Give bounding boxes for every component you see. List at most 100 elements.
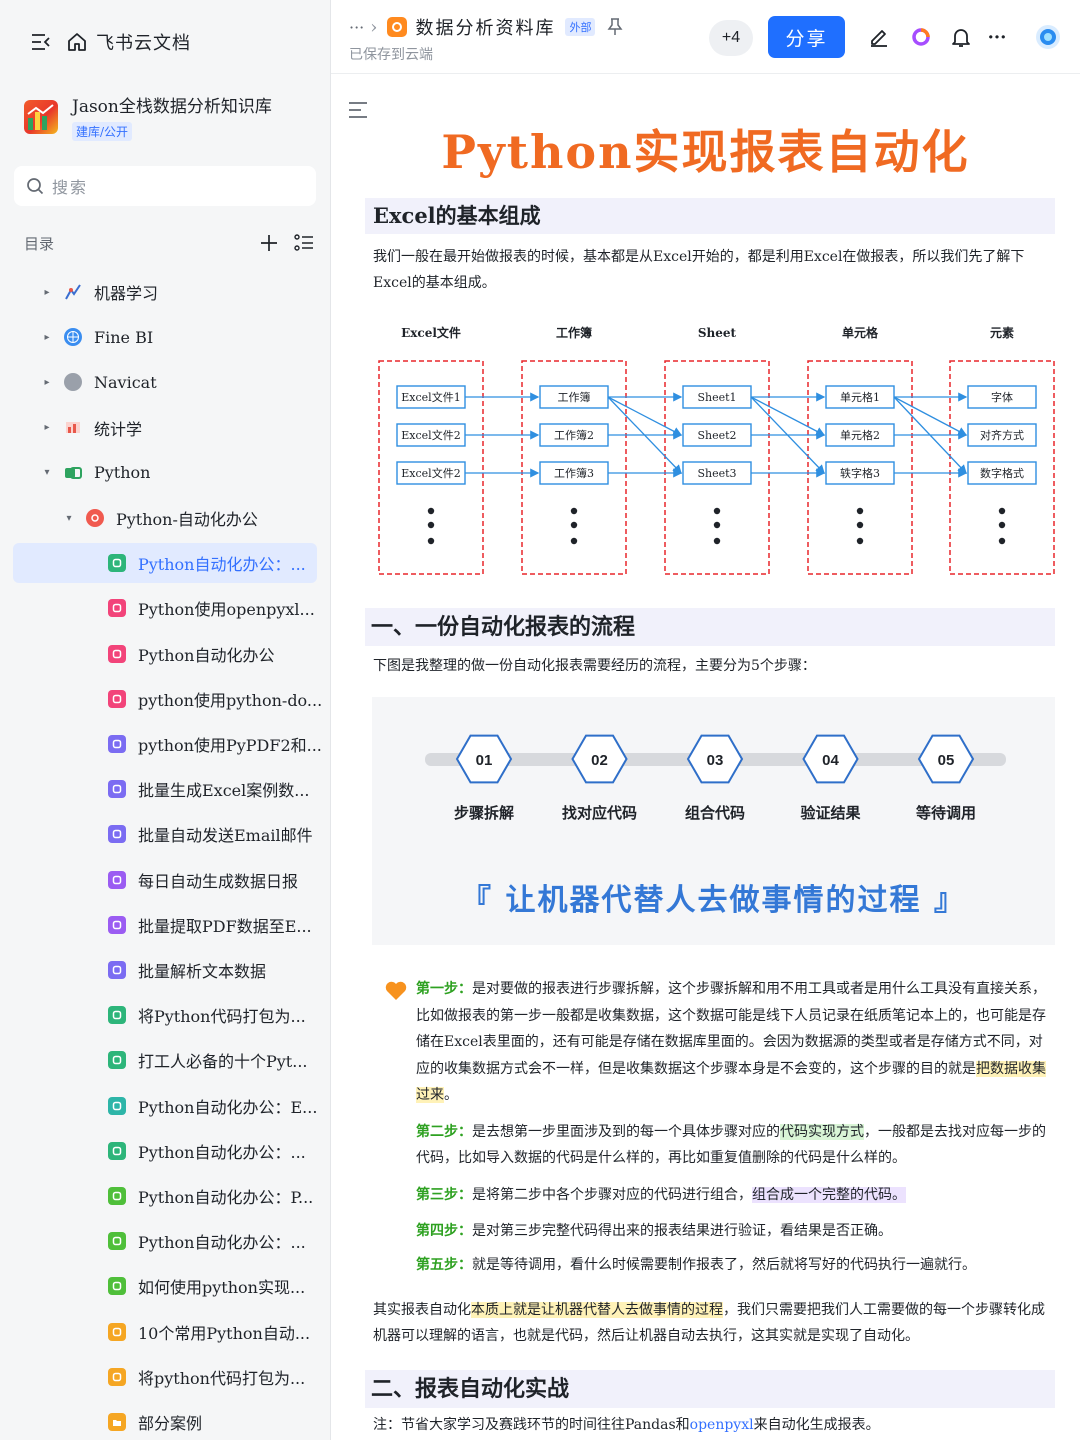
sidebar-item-label: Python-自动化办公 [116,510,258,529]
share-button[interactable]: 分享 [768,16,845,58]
step4-desc: 第四步：是对第三步完整代码得出来的报表结果进行验证，看结果是否正确。 [416,1218,1046,1245]
sidebar-item[interactable]: ▸ Fine BI [40,317,317,357]
user-avatar[interactable] [1035,24,1061,50]
sidebar-item[interactable]: 批量解析文本数据 [108,950,317,990]
diagram-column-header: Excel文件 [401,325,461,340]
section-flow-heading: 一、一份自动化报表的流程 [365,608,1055,646]
sidebar-item[interactable]: 每日自动生成数据日报 [108,860,317,900]
sidebar-item[interactable]: 批量自动发送Email邮件 [108,814,317,854]
breadcrumb: ··· › 数据分析资料库 外部 [349,14,623,40]
diagram-ellipsis-dot [856,507,864,515]
space-visibility-tag: 建库/公开 [72,122,133,141]
search-icon [26,177,44,195]
collapsed-chevron-icon[interactable]: ▸ [40,422,54,433]
sidebar-item-label: Python自动化办公 [138,645,275,665]
sidebar-item[interactable]: ▸ 统计学 [40,408,317,448]
breadcrumb-separator: › [370,16,378,38]
doc-icon [108,1096,126,1115]
notification-bell-icon[interactable] [948,24,974,50]
section-excel-title: Excel的基本组成 [373,203,541,228]
doc-icon [108,915,126,934]
doc-name[interactable]: 数据分析资料库 [415,14,555,40]
diagram-ellipsis-dot [998,507,1006,515]
edit-icon[interactable] [866,24,892,50]
step-label: 步骤拆解 [453,804,514,822]
sidebar-item-label: 批量提取PDF数据至E... [138,916,312,936]
doc-icon [108,554,126,573]
sidebar-item-label: 每日自动生成数据日报 [138,871,299,891]
doc-icon [108,1367,126,1386]
document-area: ··· › 数据分析资料库 外部 已保存到云端 +4 分享 ··· Python… [331,0,1080,1440]
doc-icon [108,870,126,889]
sidebar-item[interactable]: Python使用openpyxl... [108,588,317,628]
sidebar-item[interactable]: Python自动化办公：P... [108,1176,317,1216]
sidebar-item[interactable]: Python自动化办公：... [108,1221,317,1261]
collaborators-count[interactable]: +4 [709,20,753,56]
sidebar-item-label: 批量生成Excel案例数... [138,781,310,801]
sidebar-item[interactable]: 将python代码打包为... [108,1357,317,1397]
sidebar-item-label: 如何使用python实现... [138,1278,306,1298]
list-view-icon[interactable] [294,234,314,252]
doc-icon [108,644,126,663]
collapsed-chevron-icon[interactable]: ▸ [40,377,54,388]
sidebar-item-label: python使用PyPDF2和... [138,736,322,755]
expanded-chevron-icon[interactable]: ▾ [40,467,54,478]
diagram-ellipsis-dot [427,521,435,529]
diagram-item-label: 工作簿3 [554,466,594,480]
sidebar-item[interactable]: ▾ Python [40,453,317,493]
doc-icon [108,689,126,708]
sidebar-item[interactable]: Python自动化办公：... [108,1131,317,1171]
collapsed-chevron-icon[interactable]: ▸ [40,287,54,298]
more-options-icon[interactable]: ··· [984,24,1010,50]
sidebar-item[interactable]: Python自动化办公：E... [108,1086,317,1126]
search-input[interactable]: 搜索 [14,166,316,206]
add-icon[interactable] [260,234,278,252]
doc-icon [108,1006,126,1025]
app-name[interactable]: 飞书云文档 [96,29,191,55]
sidebar-item[interactable]: Python自动化办公：... [13,543,317,584]
diagram-column-header: Sheet [698,326,737,340]
space-header[interactable]: Jason全栈数据分析知识库 建库/公开 [24,92,272,141]
step2-label: 第二步： [416,1123,472,1140]
globe-icon [64,328,82,347]
sidebar-item[interactable]: 打工人必备的十个Pyt... [108,1040,317,1080]
diagram-arrow [893,396,968,436]
sidebar-item[interactable]: ▸ 机器学习 [40,272,317,312]
diagram-item-label: Sheet3 [697,467,736,480]
sidebar-item[interactable]: 如何使用python实现... [108,1266,317,1306]
sidebar-item[interactable]: python使用python-do... [108,679,322,719]
sidebar-item[interactable]: ▸ Navicat [40,362,317,402]
sidebar-item[interactable]: 部分案例 [108,1402,317,1440]
collapsed-chevron-icon[interactable]: ▸ [40,332,54,343]
doc-icon [108,1232,126,1251]
section-practice-heading: 二、报表自动化实战 [365,1370,1055,1408]
sidebar-item[interactable]: 批量生成Excel案例数... [108,769,317,809]
sidebar-item[interactable]: 将Python代码打包为... [108,995,317,1035]
sidebar-item[interactable]: 10个常用Python自动... [108,1312,317,1352]
space-name: Jason全栈数据分析知识库 [72,97,272,117]
expanded-chevron-icon[interactable]: ▾ [62,513,76,524]
home-icon[interactable] [66,31,88,53]
diagram-column-header: 单元格 [842,325,879,340]
step-label: 找对应代码 [561,804,637,822]
sidebar-item-label: 部分案例 [138,1414,203,1433]
step-number: 04 [822,752,839,769]
sidebar-item[interactable]: ▾ Python-自动化办公 [62,498,317,538]
step5-text: 就是等待调用，看什么时候需要制作报表了，然后就将写好的代码执行一遍就行。 [472,1256,976,1273]
ai-assistant-icon[interactable] [908,24,934,50]
doc-icon [108,735,126,753]
diagram-ellipsis-dot [856,537,864,545]
sidebar-item[interactable]: python使用PyPDF2和... [108,724,322,764]
pin-icon[interactable] [607,18,623,36]
sidebar-item[interactable]: 批量提取PDF数据至E... [108,905,317,945]
collapse-sidebar-icon[interactable] [30,31,52,53]
doc-icon [108,1322,126,1341]
step-label: 等待调用 [915,804,976,822]
step3-label: 第三步： [416,1186,472,1203]
diagram-ellipsis-dot [856,521,864,529]
step1-end: 。 [444,1087,458,1103]
breadcrumb-more[interactable]: ··· [349,18,364,37]
section-excel-paragraph: 我们一般在最开始做报表的时候，基本都是从Excel开始的，都是利用Excel在做… [373,249,1025,291]
openpyxl-link[interactable]: openpyxl [690,1417,754,1433]
sidebar-item[interactable]: Python自动化办公 [108,634,317,674]
